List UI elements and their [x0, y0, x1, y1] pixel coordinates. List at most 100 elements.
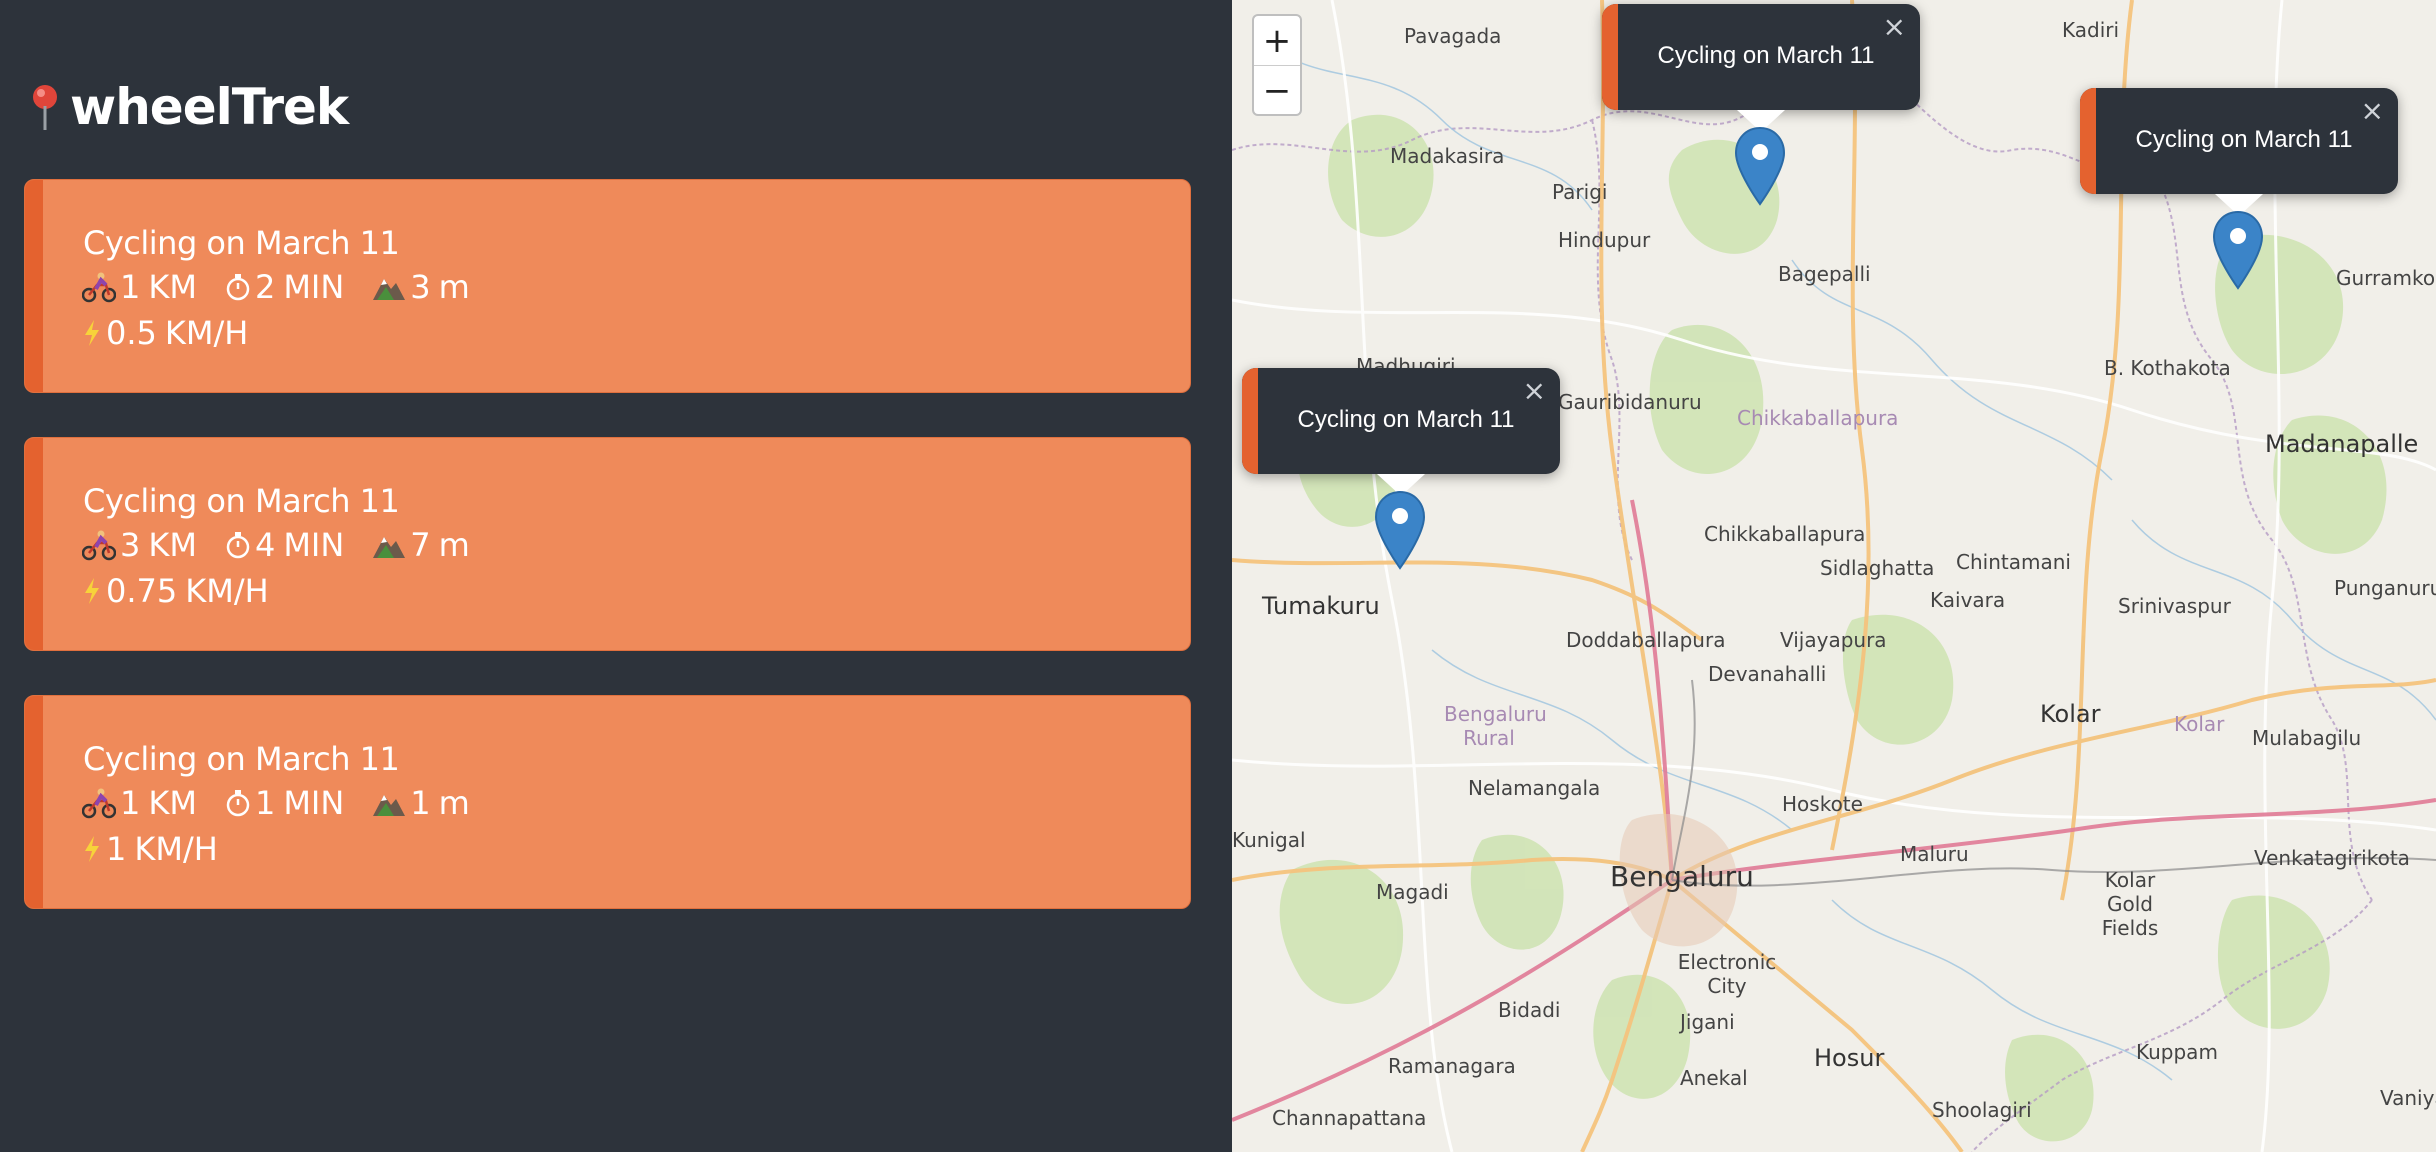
place-label: Kuppam	[2136, 1040, 2218, 1064]
map-marker-icon[interactable]	[1734, 126, 1786, 208]
speed-unit: KM/H	[134, 830, 218, 868]
workout-stats: 1 KM 1 MIN 1m	[82, 784, 498, 822]
place-label: Srinivaspur	[2118, 594, 2231, 618]
elevation-stat: 3m	[372, 268, 470, 306]
distance-unit: KM	[148, 268, 197, 306]
mountain-icon	[373, 537, 406, 558]
distance-stat: 3 KM	[82, 526, 197, 564]
place-label: Sidlaghatta	[1820, 556, 1935, 580]
place-label: Hosur	[1814, 1044, 1885, 1072]
popup-text: Cycling on March 11	[2135, 126, 2353, 153]
duration-unit: MIN	[283, 268, 345, 306]
place-label: B. Kothakota	[2104, 356, 2231, 380]
speed-value: 0.5	[106, 314, 157, 352]
duration-stat: 1 MIN	[225, 784, 344, 822]
place-label: Tumakuru	[1262, 592, 1380, 620]
app-title: wheelTrek	[70, 78, 349, 136]
place-label: Madanapalle	[2265, 430, 2419, 458]
speed-unit: KM/H	[164, 314, 249, 352]
logo[interactable]: wheelTrek	[26, 72, 349, 142]
distance-value: 1	[120, 268, 141, 306]
place-label: Kolar Gold Fields	[2101, 868, 2159, 940]
place-label: Mulabagilu	[2252, 726, 2362, 750]
workout-title: Cycling on March 11	[83, 224, 400, 262]
place-label: Vaniyam	[2380, 1086, 2436, 1110]
place-label: Hoskote	[1782, 792, 1863, 816]
workout-stats: 3 KM 4 MIN 7m	[82, 526, 498, 564]
place-label: Ramanagara	[1388, 1054, 1516, 1078]
place-label: Nelamangala	[1468, 776, 1601, 800]
zoom-control: + −	[1252, 14, 1302, 116]
map-marker-icon[interactable]	[2212, 210, 2264, 292]
place-label: Jigani	[1680, 1010, 1735, 1034]
speed-stat: 0.75 KM/H	[82, 572, 269, 610]
place-label: Anekal	[1680, 1066, 1748, 1090]
lightning-icon	[85, 578, 99, 604]
place-label: Shoolagiri	[1932, 1098, 2032, 1122]
place-label: Bengaluru	[1610, 860, 1754, 893]
place-label: Kolar	[2040, 700, 2101, 728]
map-popup[interactable]: Cycling on March 11 ×	[2080, 88, 2398, 216]
workout-card[interactable]: Cycling on March 11 1 KM 2 MIN 3m 0.5 KM/H	[24, 179, 1191, 393]
place-label: Kunigal	[1232, 828, 1306, 852]
duration-stat: 2 MIN	[225, 268, 344, 306]
duration-stat: 4 MIN	[225, 526, 344, 564]
close-icon[interactable]: ×	[1883, 10, 1906, 43]
place-label: Madakasira	[1390, 144, 1505, 168]
lightning-icon	[85, 836, 99, 862]
lightning-icon	[85, 320, 99, 346]
close-icon[interactable]: ×	[2361, 94, 2384, 127]
speed-value: 0.75	[106, 572, 178, 610]
place-label: Chikkaballapura	[1737, 406, 1899, 430]
place-label: Bidadi	[1498, 998, 1561, 1022]
elevation-unit: m	[438, 526, 470, 564]
place-label: Bagepalli	[1778, 262, 1871, 286]
popup-text: Cycling on March 11	[1657, 42, 1875, 69]
place-label: Chintamani	[1956, 550, 2071, 574]
distance-stat: 1 KM	[82, 784, 197, 822]
place-label: Kaivara	[1930, 588, 2006, 612]
elevation-stat: 7m	[372, 526, 470, 564]
place-label: Bengaluru Rural	[1444, 702, 1547, 750]
zoom-in-button[interactable]: +	[1254, 16, 1300, 66]
place-label: Venkatagirikota	[2254, 846, 2410, 870]
place-label: Electronic City	[1677, 950, 1777, 998]
speed-value: 1	[106, 830, 127, 868]
duration-unit: MIN	[283, 784, 345, 822]
sidebar: wheelTrek Cycling on March 11 1 KM 2 MIN 3…	[0, 0, 1232, 1152]
place-label: Devanahalli	[1708, 662, 1827, 686]
duration-value: 2	[254, 268, 276, 306]
distance-unit: KM	[148, 526, 197, 564]
map-marker-icon[interactable]	[1374, 490, 1426, 572]
elevation-unit: m	[438, 784, 470, 822]
place-label: Kolar	[2174, 712, 2225, 736]
elevation-stat: 1m	[372, 784, 470, 822]
map-popup[interactable]: Cycling on March 11 ×	[1602, 4, 1920, 132]
elevation-unit: m	[438, 268, 470, 306]
map-pin-icon	[33, 85, 57, 130]
distance-value: 3	[120, 526, 141, 564]
speed-stat: 1 KM/H	[82, 830, 218, 868]
cyclist-icon	[82, 272, 116, 303]
place-label: Gauribidanuru	[1558, 390, 1702, 414]
elevation-value: 3	[410, 268, 431, 306]
place-label: Gurramkonda	[2336, 266, 2436, 290]
map-popup[interactable]: Cycling on March 11 ×	[1242, 368, 1560, 496]
place-label: Chikkaballapura	[1704, 522, 1866, 546]
workout-card[interactable]: Cycling on March 11 3 KM 4 MIN 7m 0.75 KM/H	[24, 437, 1191, 651]
distance-stat: 1 KM	[82, 268, 197, 306]
workout-title: Cycling on March 11	[83, 482, 400, 520]
popup-text: Cycling on March 11	[1297, 406, 1515, 433]
cyclist-icon	[82, 530, 116, 561]
map[interactable]: Pavagada Kadiri Madakasira Parigi Hindup…	[1232, 0, 2436, 1152]
workout-card[interactable]: Cycling on March 11 1 KM 1 MIN 1m 1 KM/H	[24, 695, 1191, 909]
workout-title: Cycling on March 11	[83, 740, 400, 778]
zoom-out-button[interactable]: −	[1254, 66, 1300, 115]
cyclist-icon	[82, 788, 116, 819]
duration-value: 1	[254, 784, 276, 822]
close-icon[interactable]: ×	[1523, 374, 1546, 407]
speed-unit: KM/H	[185, 572, 269, 610]
place-label: Punganuru	[2334, 576, 2436, 600]
place-label: Doddaballapura	[1566, 628, 1726, 652]
mountain-icon	[373, 795, 406, 816]
